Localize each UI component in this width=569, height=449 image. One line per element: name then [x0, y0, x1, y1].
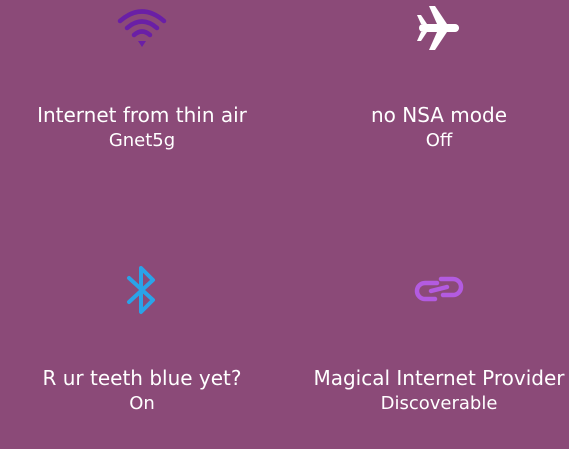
link-title: Magical Internet Provider: [313, 366, 565, 390]
wifi-icon: [117, 9, 167, 47]
link-tile[interactable]: Magical Internet Provider Discoverable: [297, 225, 569, 449]
bluetooth-tile[interactable]: R ur teeth blue yet? On: [0, 225, 284, 449]
wifi-title: Internet from thin air: [37, 103, 247, 127]
bluetooth-title: R ur teeth blue yet?: [42, 366, 242, 390]
airplane-mode-status: Off: [425, 130, 453, 151]
wifi-status: Gnet5g: [108, 130, 176, 151]
bluetooth-status: On: [129, 393, 155, 414]
airplane-icon: [417, 6, 459, 50]
link-status: Discoverable: [380, 393, 498, 414]
link-icon: [414, 276, 464, 302]
bluetooth-icon: [127, 266, 155, 314]
airplane-mode-tile[interactable]: no NSA mode Off: [297, 0, 569, 224]
airplane-mode-title: no NSA mode: [370, 103, 508, 127]
wifi-tile[interactable]: Internet from thin air Gnet5g: [0, 0, 284, 224]
